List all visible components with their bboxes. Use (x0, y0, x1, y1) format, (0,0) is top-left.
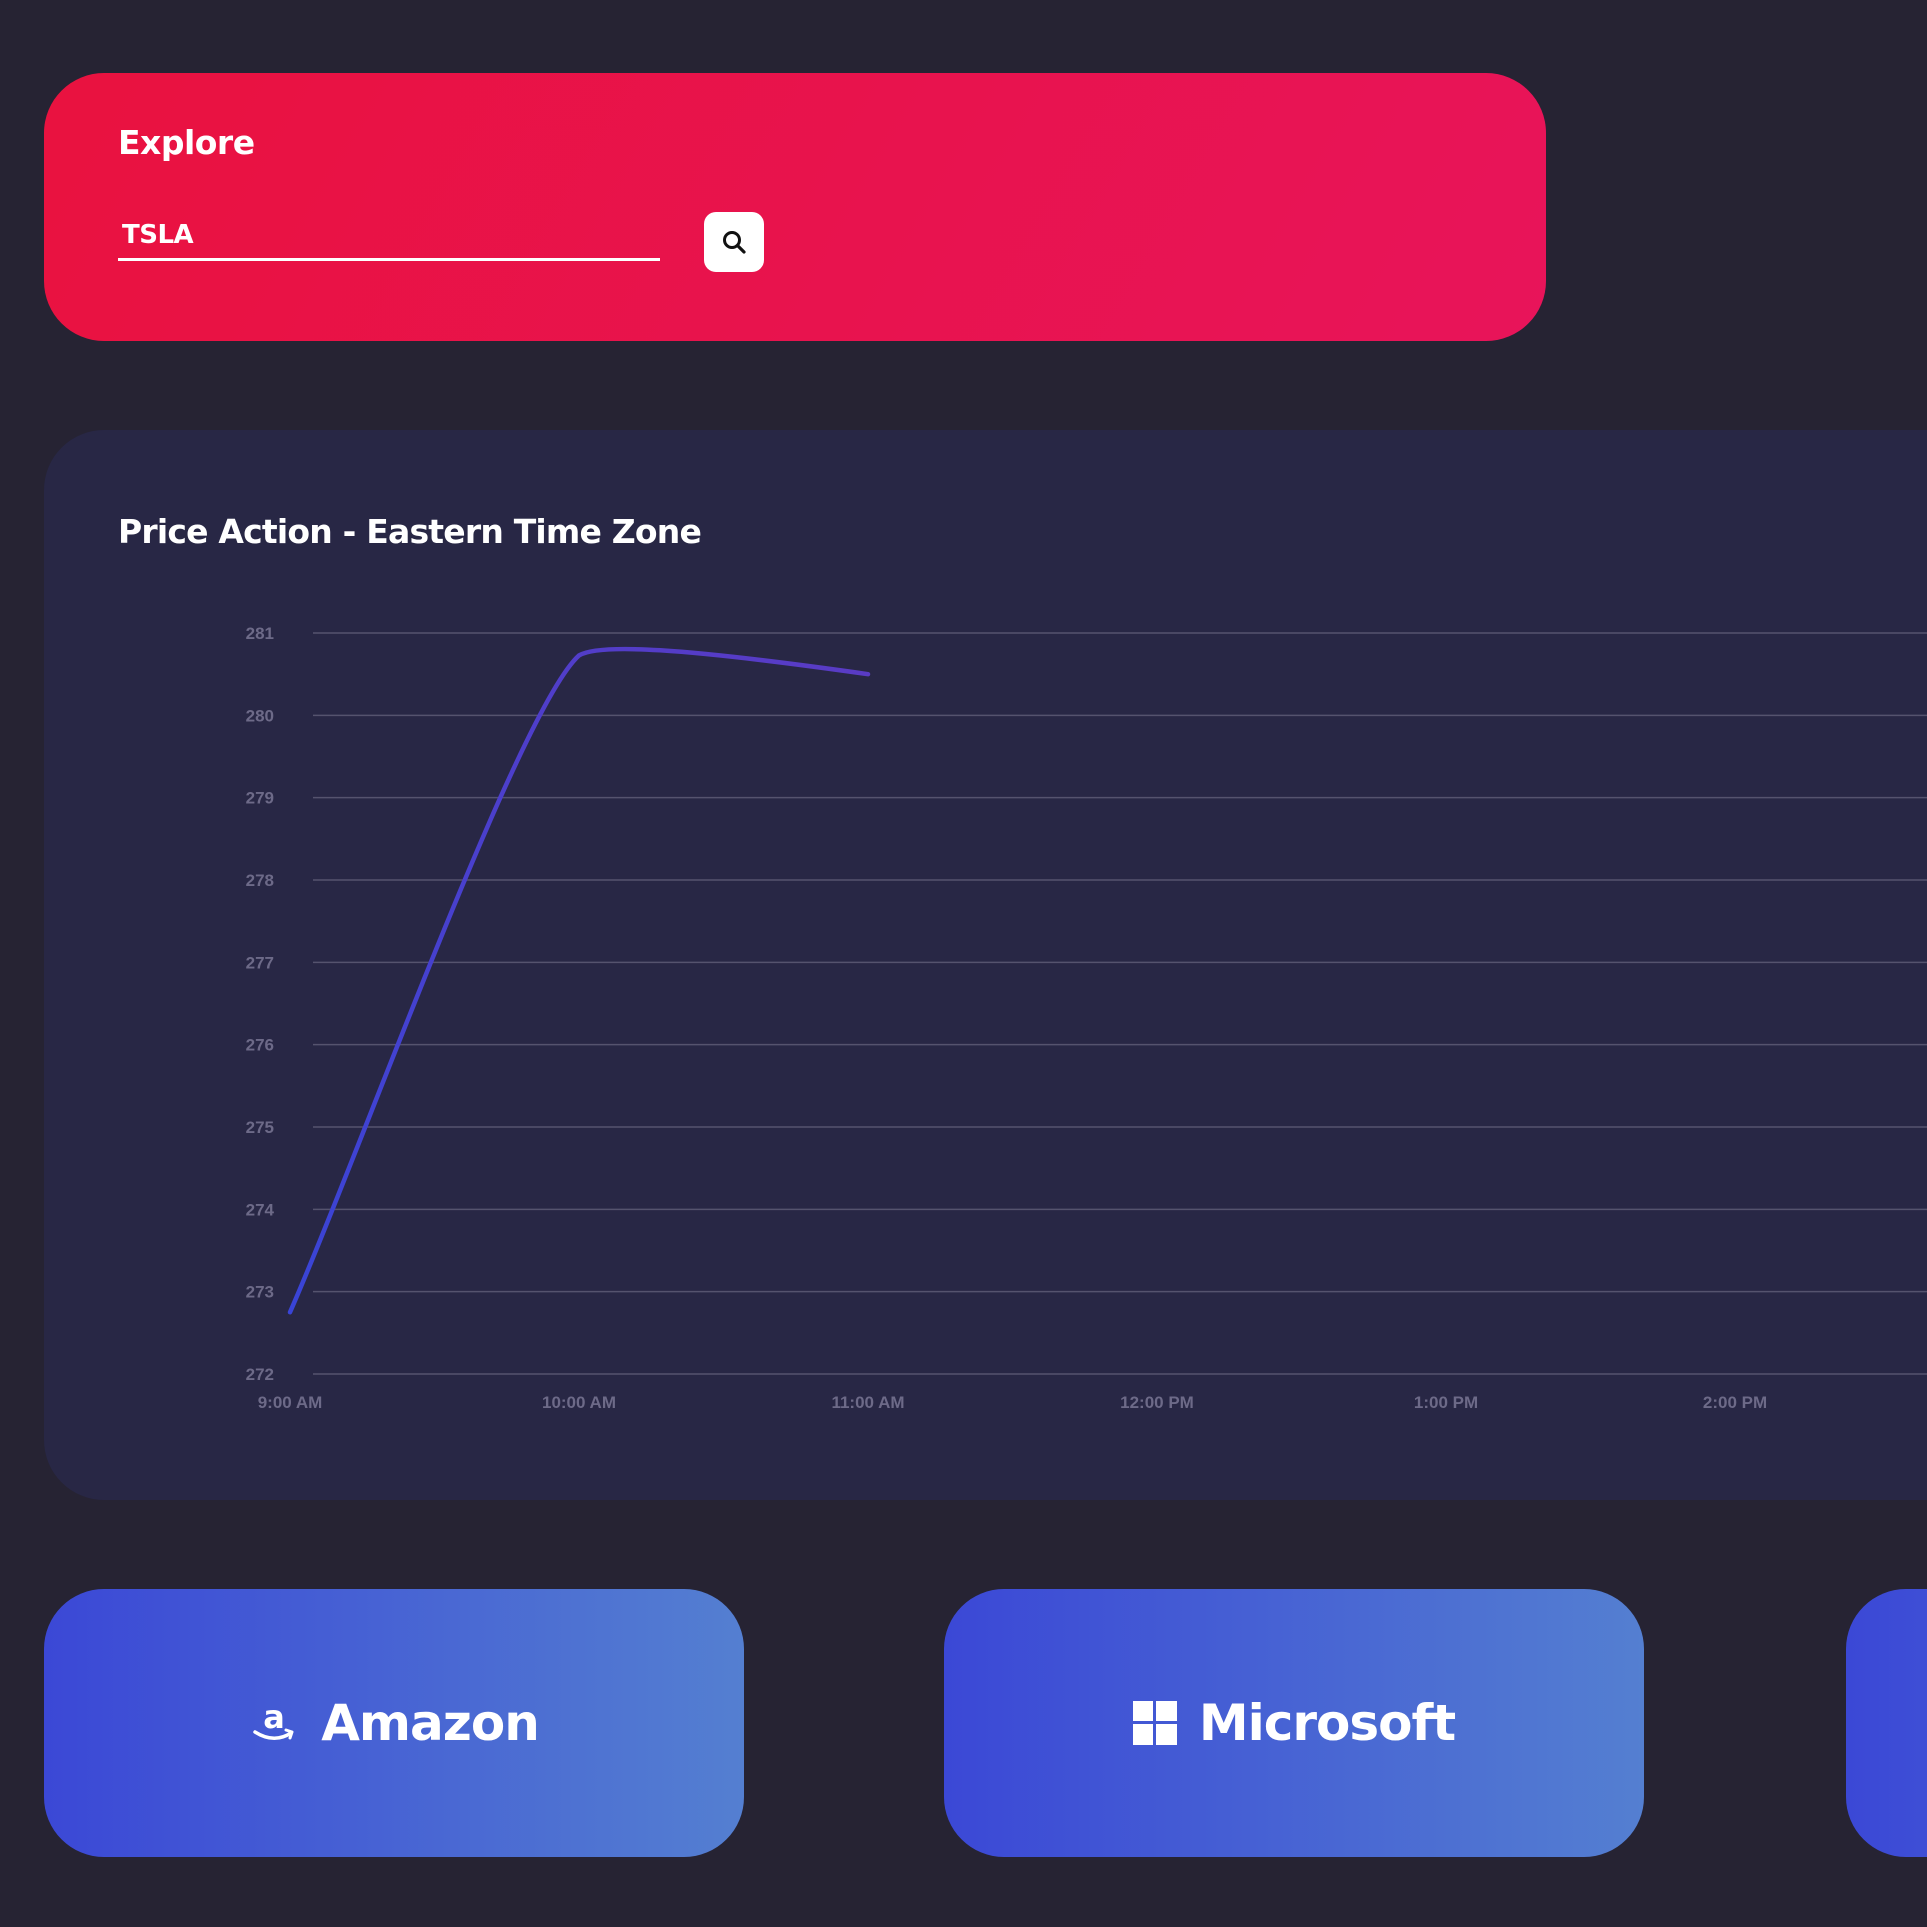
x-tick-label: 10:00 AM (542, 1393, 616, 1412)
x-tick-label: 1:00 PM (1414, 1393, 1478, 1412)
y-tick-label: 279 (246, 789, 274, 808)
chart-card: Price Action - Eastern Time Zone 272 273 2… (44, 430, 1927, 1500)
microsoft-label: Microsoft (1198, 1694, 1456, 1752)
x-tick-label: 2:00 PM (1703, 1393, 1767, 1412)
search-button[interactable] (704, 212, 764, 272)
page: Explore Price Action - Eastern Time Zone… (0, 0, 1927, 1927)
amazon-icon: a (249, 1698, 299, 1748)
y-tick-label: 278 (246, 871, 274, 890)
price-line (287, 646, 871, 1315)
explore-card: Explore (44, 73, 1546, 341)
price-chart: 272 273 274 275 276 277 278 279 280 281 9:00 AM 10:… (246, 624, 1927, 1412)
microsoft-button[interactable]: Microsoft (944, 1589, 1644, 1857)
search-input[interactable] (118, 211, 660, 261)
svg-text:a: a (263, 1698, 285, 1736)
y-tick-label: 277 (246, 953, 274, 972)
x-tick-label: 12:00 PM (1120, 1393, 1194, 1412)
windows-icon (1132, 1701, 1177, 1745)
search-icon (721, 229, 747, 255)
y-tick-label: 272 (246, 1365, 274, 1384)
x-tick-label: 11:00 AM (831, 1393, 904, 1412)
y-tick-label: 281 (246, 624, 274, 643)
y-tick-label: 276 (246, 1036, 274, 1055)
company-button-3[interactable] (1846, 1589, 1927, 1857)
x-tick-label: 9:00 AM (258, 1393, 323, 1412)
amazon-label: Amazon (321, 1694, 540, 1752)
y-tick-label: 275 (246, 1118, 274, 1137)
amazon-button[interactable]: a Amazon (44, 1589, 744, 1857)
y-tick-label: 280 (246, 706, 274, 725)
y-tick-label: 273 (246, 1283, 274, 1302)
y-tick-label: 274 (246, 1200, 275, 1219)
explore-title: Explore (118, 123, 255, 162)
